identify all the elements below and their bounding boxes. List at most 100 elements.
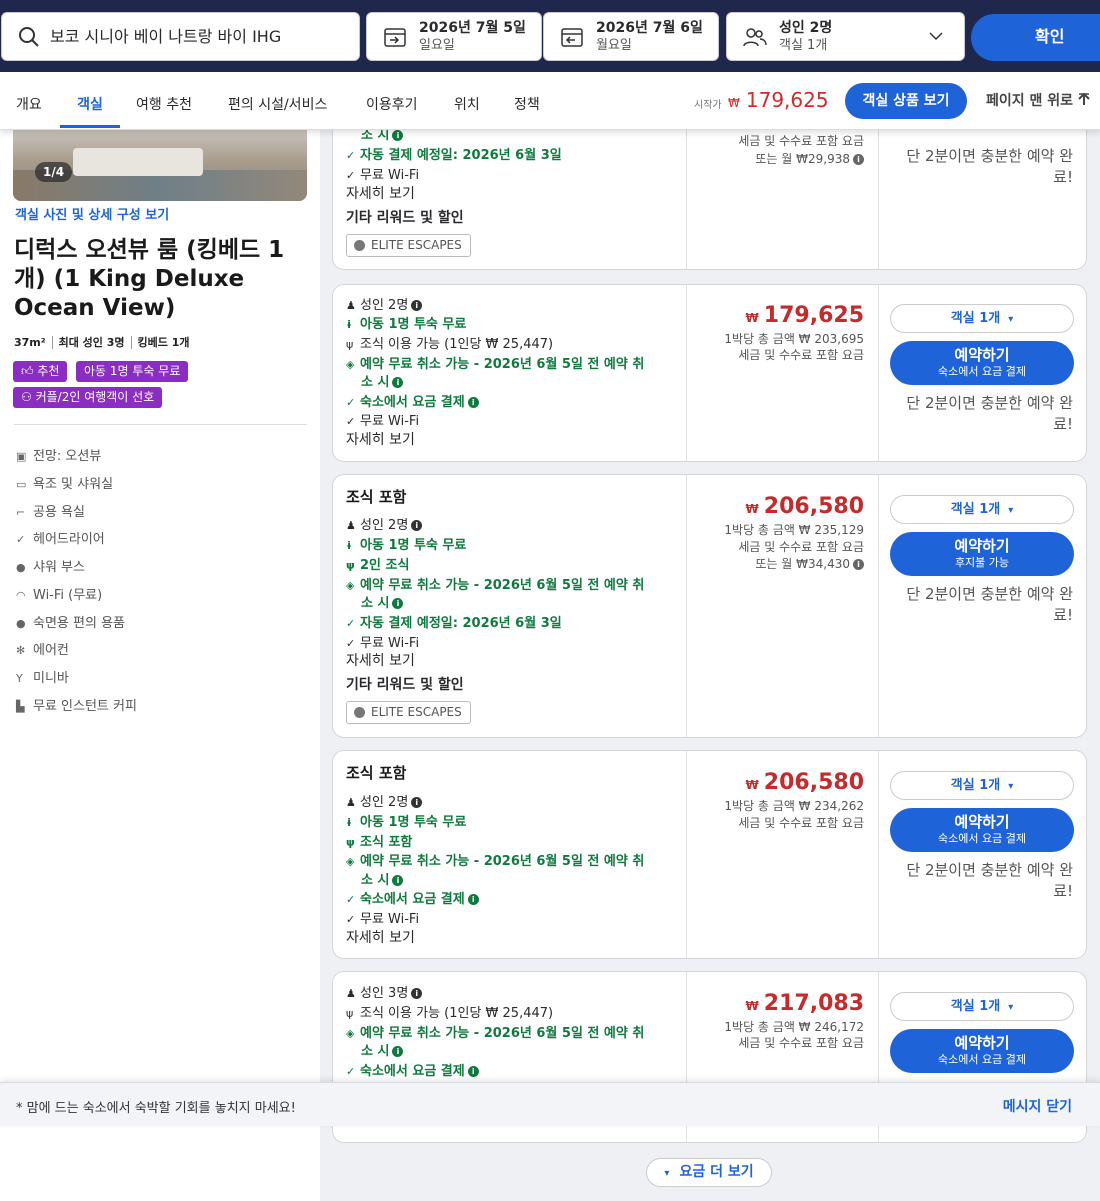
room-title: 디럭스 오션뷰 룸 (킹베드 1개) (1 King Deluxe Ocean … [14,237,285,321]
details-link[interactable]: 자세히 보기 [346,929,415,947]
currency-symbol: ₩ [745,311,759,325]
adults-text: 성인 2명 [360,298,409,313]
tab-overview[interactable]: 개요 [16,72,42,128]
check-icon: ✓ [346,169,356,182]
rate-card: ♟ 성인 2명 i ɨ 아동 1명 투숙 무료 ψ 조식 이용 가능 (1인당 ₩ 25… [332,284,1087,462]
rate-card: 조식 포함 ♟ 성인 2명 i ɨ 아동 1명 투숙 무료 ψ 2인 조식 ◈ 예약 무료… [332,474,1087,738]
room-count-select[interactable]: 객실 1개 ▾ [890,495,1074,524]
info-icon[interactable]: i [467,1066,479,1077]
tab-location[interactable]: 위치 [454,72,480,128]
room-count-select[interactable]: 객실 1개 ▾ [890,992,1074,1021]
quick-book-note: 단 2분이면 충분한 예약 완료! [906,147,1073,186]
room-count-value: 객실 1개 [950,502,1001,517]
elite-label: ELITE ESCAPES [371,238,462,252]
amenity-label: 전망: 오션뷰 [33,449,102,464]
free-cancel-text-2: 소 시 [361,596,390,611]
back-to-top-link[interactable]: 페이지 맨 위로 [986,90,1090,110]
free-cancel-line: ◈ 예약 무료 취소 가능 - 2026년 6월 5일 전 예약 취 [346,356,644,374]
child-icon: ɨ [346,318,352,331]
wifi-line: ✓ 무료 Wi-Fi [346,167,419,185]
book-sublabel: 숙소에서 요금 결제 [938,832,1026,845]
book-sublabel: 후지불 가능 [954,556,1010,569]
breakfast-text: 조식 이용 가능 (1인당 ₩ 25,447) [360,1006,554,1021]
auto-pay-line: ✓ 자동 결제 예정일: 2026년 6월 3일 [346,147,562,165]
info-icon[interactable]: i [392,1046,404,1057]
amenity-wifi: ◠ Wi-Fi (무료) [16,584,102,603]
tab-rooms[interactable]: 객실 [60,72,120,128]
chevron-down-icon: ▾ [1008,781,1014,792]
amenity-label: Wi-Fi (무료) [33,588,103,603]
currency-symbol: ₩ [745,502,759,516]
info-icon[interactable]: i [392,875,404,886]
book-button[interactable]: 예약하기 숙소에서 요금 결제 [890,1029,1074,1073]
tax-note: 세금 및 수수료 포함 요금 [738,1036,864,1050]
info-icon[interactable]: i [411,797,423,808]
wifi-text: 무료 Wi-Fi [360,636,420,651]
from-price-value: 179,625 [745,88,829,112]
person-icon: ♟ [346,299,356,312]
room-count-select[interactable]: 객실 1개 ▾ [890,304,1074,333]
destination-field[interactable]: 보코 시니아 베이 나트랑 바이 IHG [1,12,360,61]
view-rooms-button[interactable]: 객실 상품 보기 [845,83,967,119]
book-button[interactable]: 예약하기 후지불 가능 [890,532,1074,576]
currency-symbol: ₩ [745,999,759,1013]
tab-policies[interactable]: 정책 [514,72,540,128]
checkin-field[interactable]: 2026년 7월 5일 일요일 [366,12,542,61]
room-count-value: 객실 1개 [950,778,1001,793]
card-divider [686,285,687,461]
snowflake-icon: ✻ [16,644,26,657]
info-icon[interactable]: i [411,988,423,999]
room-photo[interactable]: 1/4 [13,130,307,201]
details-link[interactable]: 자세히 보기 [346,431,415,449]
amenity-bath: ▭ 욕조 및 샤워실 [16,473,113,492]
guests-field[interactable]: 성인 2명 객실 1개 [726,12,965,61]
checkout-field[interactable]: 2026년 7월 6일 월요일 [543,12,719,61]
info-icon[interactable]: i [392,130,404,141]
shield-check-icon: ◈ [346,358,355,371]
info-icon[interactable]: i [392,598,404,609]
amenity-label: 숙면용 편의 용품 [33,616,125,631]
more-rates-button[interactable]: ▾ 요금 더 보기 [646,1158,772,1187]
amenity-label: 헤어드라이어 [33,532,105,547]
confirm-button[interactable]: 확인 [971,14,1100,61]
room-count-select[interactable]: 객실 1개 ▾ [890,771,1074,800]
price-value: 206,580 [763,494,864,519]
info-icon[interactable]: i [853,559,864,570]
amenity-label: 공용 욕실 [33,505,85,520]
chevron-down-icon [929,32,943,41]
view-icon: ▣ [16,450,27,463]
details-link[interactable]: 자세히 보기 [346,652,415,670]
room-count-value: 객실 1개 [950,999,1001,1014]
tab-amenities[interactable]: 편의 시설/서비스 [228,72,327,128]
info-icon[interactable]: i [411,300,423,311]
book-button[interactable]: 예약하기 숙소에서 요금 결제 [890,341,1074,385]
info-icon[interactable]: i [467,397,479,408]
breakfast-line: ψ 2인 조식 [346,557,409,575]
adults-text: 성인 3명 [360,986,409,1001]
free-child-text: 아동 1명 투숙 무료 [360,538,467,553]
rate-price: ₩217,083 [746,991,864,1016]
gear-icon [354,707,365,718]
tab-reviews[interactable]: 이용후기 [366,72,418,128]
adults-line: ♟ 성인 2명 i [346,517,423,535]
total-price: 1박당 총 금액 ₩ 234,262 [724,799,864,813]
info-icon[interactable]: i [411,520,423,531]
rate-title: 조식 포함 [346,488,407,506]
checkout-day: 월요일 [596,38,632,53]
close-banner-button[interactable]: 메시지 닫기 [1003,1096,1072,1116]
tab-travel-tips[interactable]: 여행 추천 [136,72,192,128]
info-icon[interactable]: i [392,377,404,388]
info-icon[interactable]: i [853,154,864,165]
breakfast-text: 2인 조식 [360,558,410,573]
back-to-top-label: 페이지 맨 위로 [986,93,1074,109]
room-photos-link[interactable]: 객실 사진 및 상세 구성 보기 [15,204,169,223]
details-link[interactable]: 자세히 보기 [346,185,415,203]
extra-rewards-label: 기타 리워드 및 할인 [346,210,464,226]
checkout-date: 2026년 7월 6일 [596,20,703,36]
auto-pay-text: 자동 결제 예정일: 2026년 6월 3일 [360,148,562,163]
adults-line: ♟ 성인 3명 i [346,985,423,1003]
room-size: 37m² [14,336,46,349]
info-icon[interactable]: i [467,894,479,905]
book-button[interactable]: 예약하기 숙소에서 요금 결제 [890,808,1074,852]
from-price: ₩179,625 [728,88,829,112]
